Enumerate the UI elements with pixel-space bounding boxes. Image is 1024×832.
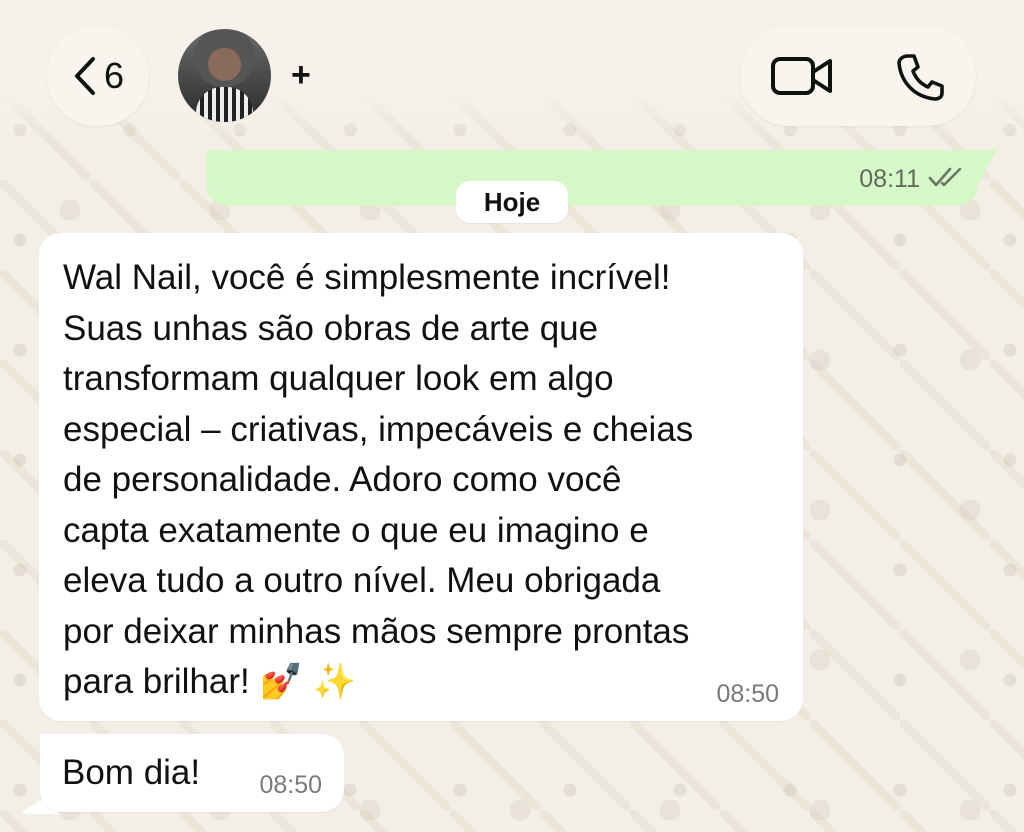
unread-count: 6 <box>103 55 125 96</box>
nail-polish-emoji: 💅 <box>259 662 304 702</box>
incoming-message-bubble[interactable]: Wal Nail, você é simplesmente incrível! … <box>39 233 803 721</box>
message-body: Wal Nail, você é simplesmente incrível! … <box>63 258 694 701</box>
double-check-icon <box>928 166 964 193</box>
chevron-left-icon <box>72 56 98 96</box>
date-separator: Hoje <box>456 181 568 223</box>
outgoing-message-time: 08:11 <box>859 165 920 193</box>
incoming-message-bubble[interactable]: Bom dia! 08:50 <box>40 734 344 812</box>
contact-avatar[interactable] <box>178 29 271 122</box>
phone-icon[interactable] <box>894 51 946 108</box>
message-time: 08:50 <box>716 680 779 708</box>
outgoing-message-bubble[interactable]: 08:11 <box>206 150 978 206</box>
message-text: Wal Nail, você é simplesmente incrível! … <box>63 253 783 708</box>
avatar-photo-detail <box>196 87 253 122</box>
back-button[interactable]: 6 <box>47 26 149 126</box>
call-actions <box>740 26 976 126</box>
sparkles-emoji: ✨ <box>312 662 357 702</box>
message-time: 08:50 <box>259 771 322 799</box>
message-text: Bom dia! <box>62 753 201 792</box>
outgoing-message-meta: 08:11 <box>859 165 964 194</box>
video-camera-icon[interactable] <box>770 52 834 105</box>
add-participant-button[interactable]: + <box>291 58 311 92</box>
